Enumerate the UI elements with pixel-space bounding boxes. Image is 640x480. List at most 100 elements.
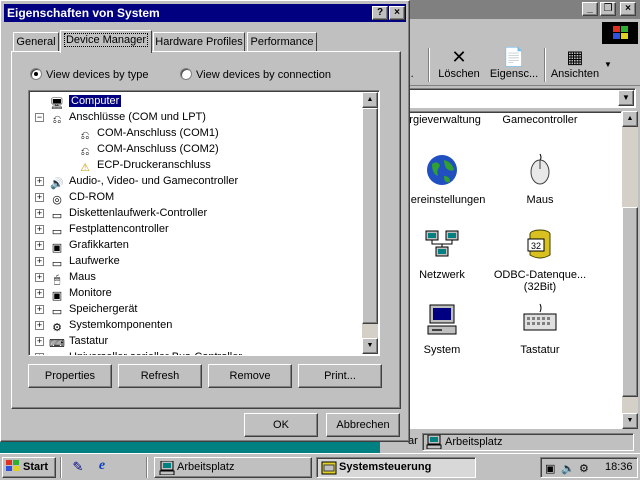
dialog-close-button[interactable]: × <box>389 6 405 20</box>
expand-icon[interactable]: + <box>35 337 44 346</box>
device-tree-scrollbar[interactable]: ▲ ▼ <box>362 92 378 354</box>
device-tree-node[interactable]: ⎌ COM-Anschluss (COM1) <box>77 125 219 142</box>
expand-icon[interactable]: + <box>35 289 44 298</box>
device-tree-node[interactable]: + ⇌ Universeller serieller Bus-Controller <box>35 349 242 355</box>
close-button[interactable]: × <box>620 2 636 16</box>
volume-icon[interactable]: 🔈 <box>561 460 575 479</box>
device-tree-label: COM-Anschluss (COM1) <box>97 127 219 139</box>
address-dropdown-button[interactable]: ▼ <box>618 90 634 106</box>
device-tree-node[interactable]: + ▣ Monitore <box>35 285 112 302</box>
delete-icon: ✕ <box>451 47 467 67</box>
device-tree-node[interactable]: + ⚙ Systemkomponenten <box>35 317 172 334</box>
task-scheduler-icon[interactable]: ⚙ <box>579 460 589 479</box>
port-icon: ⎌ <box>52 114 62 126</box>
control-panel-item[interactable]: ndereinstellungen <box>401 152 495 206</box>
view-by-type-radio[interactable]: View devices by type <box>30 68 149 81</box>
delete-button[interactable]: ✕ Löschen <box>434 46 484 84</box>
view-by-connection-radio[interactable]: View devices by connection <box>180 68 331 81</box>
expand-icon[interactable]: + <box>35 193 44 202</box>
properties-toolbar-label: Eigensc... <box>489 68 539 80</box>
dialog-title: Eigenschaften von System <box>7 6 160 20</box>
internet-explorer-icon[interactable]: e <box>94 458 110 474</box>
expand-icon[interactable]: + <box>35 225 44 234</box>
maximize-button[interactable]: ❐ <box>600 2 616 16</box>
device-tree-label: Speichergerät <box>69 303 138 315</box>
control-panel-item[interactable]: 32 ODBC-Datenque... (32Bit) <box>487 227 593 293</box>
item-label: Maus <box>526 194 554 206</box>
start-button[interactable]: Start <box>2 457 56 478</box>
status-label: Arbeitsplatz <box>445 436 503 448</box>
device-tree-node[interactable]: + ◎ CD-ROM <box>35 189 114 206</box>
ok-button[interactable]: OK <box>244 413 318 437</box>
device-tree-node[interactable]: + ▣ Grafikkarten <box>35 237 129 254</box>
scroll-down-arrow-icon[interactable]: ▼ <box>622 413 638 429</box>
device-tree-node[interactable]: − ⎌ Anschlüsse (COM und LPT) <box>35 109 206 126</box>
control-panel-item[interactable]: Tastatur <box>487 302 593 356</box>
usb-icon: ⇌ <box>49 353 65 355</box>
device-tree-node[interactable]: + 🖱 Maus <box>35 269 96 286</box>
taskbar: Start ✎ e Arbeitsplatz Systemsteuerung ▣… <box>0 453 640 480</box>
device-tree-node[interactable]: + ▭ Diskettenlaufwerk-Controller <box>35 205 207 222</box>
task-arbeitsplatz[interactable]: Arbeitsplatz <box>154 457 312 478</box>
scroll-down-arrow-icon[interactable]: ▼ <box>362 338 378 354</box>
device-tree-node[interactable]: 🖥 Computer <box>49 93 122 110</box>
tab-general[interactable]: General <box>13 32 59 52</box>
minimize-button[interactable]: _ <box>582 2 598 16</box>
show-desktop-icon[interactable]: ✎ <box>70 459 86 475</box>
device-tree-label: Festplattencontroller <box>69 223 169 235</box>
expand-icon[interactable]: + <box>35 257 44 266</box>
expand-icon[interactable]: + <box>35 305 44 314</box>
computer-icon <box>427 304 457 335</box>
print-button[interactable]: Print... <box>298 364 382 388</box>
views-dropdown-arrow-icon[interactable]: ▼ <box>602 46 614 84</box>
address-field[interactable]: ▼ <box>400 88 636 108</box>
tab-hardware-profiles[interactable]: Hardware Profiles <box>153 32 245 52</box>
control-panel-scrollbar[interactable]: ▲ ▼ <box>622 111 638 429</box>
network-icon <box>425 230 459 257</box>
properties-toolbar-button[interactable]: 📄 Eigensc... <box>486 46 542 84</box>
partial-item-label[interactable]: Gamecontroller <box>487 114 593 126</box>
remove-button[interactable]: Remove <box>208 364 292 388</box>
device-tree-node[interactable]: + 🔊 Audio-, Video- und Gamecontroller <box>35 173 238 190</box>
control-panel-item[interactable]: Netzwerk <box>401 227 495 281</box>
tab-performance[interactable]: Performance <box>247 32 317 52</box>
windows-logo-icon <box>602 22 638 44</box>
scroll-up-arrow-icon[interactable]: ▲ <box>622 111 638 127</box>
expand-icon[interactable]: + <box>35 321 44 330</box>
clock[interactable]: 18:36 <box>605 458 633 477</box>
task-label: Arbeitsplatz <box>177 461 235 473</box>
device-tree-node[interactable]: + ⌨ Tastatur <box>35 333 108 350</box>
views-button[interactable]: ▦ Ansichten <box>548 46 602 84</box>
device-tree[interactable]: 🖥 Computer − ⎌ Anschlüsse (COM und LPT) ⎌ COM-… <box>28 90 380 356</box>
cancel-button[interactable]: Abbrechen <box>326 413 400 437</box>
properties-button[interactable]: Properties <box>28 364 112 388</box>
expand-icon[interactable]: + <box>35 353 44 355</box>
control-panel-item[interactable]: System <box>401 302 495 356</box>
scrollbar-thumb[interactable] <box>622 207 638 397</box>
device-tree-label: COM-Anschluss (COM2) <box>97 143 219 155</box>
device-tree-label: Anschlüsse (COM und LPT) <box>69 111 206 123</box>
expand-icon[interactable]: + <box>35 241 44 250</box>
partial-item-label[interactable]: ergieverwaltung <box>401 114 495 126</box>
help-button[interactable]: ? <box>372 6 388 20</box>
device-tree-label: Grafikkarten <box>69 239 129 251</box>
tab-device-manager[interactable]: Device Manager <box>60 30 152 53</box>
scroll-up-arrow-icon[interactable]: ▲ <box>362 92 378 108</box>
display-settings-icon[interactable]: ▣ <box>545 460 555 479</box>
device-tree-label: Laufwerke <box>69 255 120 267</box>
device-tree-node[interactable]: + ▭ Laufwerke <box>35 253 120 270</box>
scrollbar-thumb[interactable] <box>362 108 378 324</box>
expand-icon[interactable]: + <box>35 273 44 282</box>
views-icon: ▦ <box>566 47 584 67</box>
task-systemsteuerung[interactable]: Systemsteuerung <box>316 457 476 478</box>
refresh-button[interactable]: Refresh <box>118 364 202 388</box>
expand-icon[interactable]: + <box>35 209 44 218</box>
device-tree-node[interactable]: + ▭ Speichergerät <box>35 301 138 318</box>
collapse-icon[interactable]: − <box>35 113 44 122</box>
control-panel-item[interactable]: Maus <box>487 152 593 206</box>
device-tree-node[interactable]: ⚠ ECP-Druckeranschluss <box>77 157 211 174</box>
device-tree-node[interactable]: ⎌ COM-Anschluss (COM2) <box>77 141 219 158</box>
control-panel-icon <box>321 461 337 475</box>
device-tree-node[interactable]: + ▭ Festplattencontroller <box>35 221 169 238</box>
expand-icon[interactable]: + <box>35 177 44 186</box>
